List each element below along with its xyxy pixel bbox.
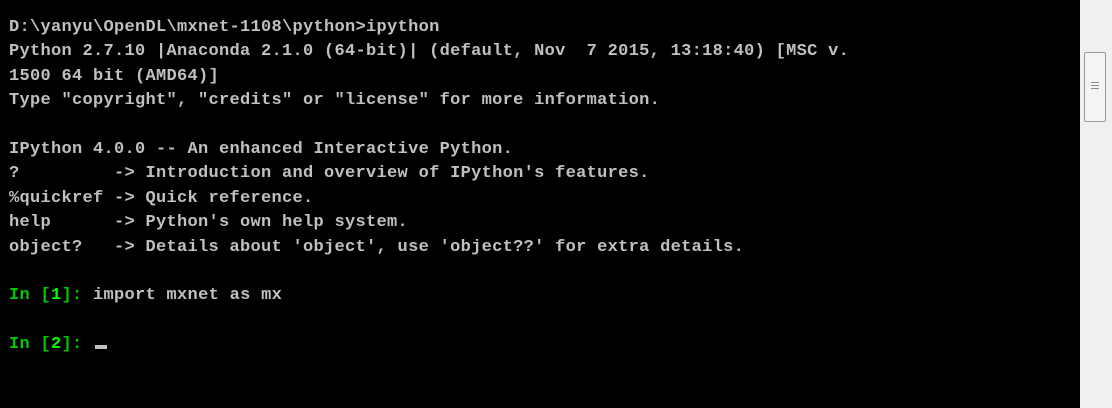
prompt-label: In [ bbox=[9, 286, 52, 306]
console-line: %quickref -> Quick reference. bbox=[9, 188, 314, 208]
grip-icon bbox=[1091, 82, 1099, 91]
input-line-2[interactable]: In [2]: bbox=[9, 333, 849, 357]
prompt-number: 1 bbox=[51, 286, 62, 306]
input-line-1: In [1]: import mxnet as mx bbox=[9, 284, 849, 308]
console-line: object? -> Details about 'object', use '… bbox=[9, 237, 745, 257]
console-line: Python 2.7.10 |Anaconda 2.1.0 (64-bit)| … bbox=[9, 42, 850, 62]
prompt-number: 2 bbox=[51, 335, 62, 355]
console-line: D:\yanyu\OpenDL\mxnet-1108\python>ipytho… bbox=[9, 18, 440, 37]
prompt-close: ]: bbox=[61, 335, 94, 355]
scrollbar-thumb[interactable] bbox=[1084, 52, 1106, 122]
input-prompt-2: In [2]: bbox=[9, 335, 93, 354]
input-command-1: import mxnet as mx bbox=[93, 286, 283, 306]
console-line: IPython 4.0.0 -- An enhanced Interactive… bbox=[9, 139, 514, 159]
console-line: 1500 64 bit (AMD64)] bbox=[9, 66, 220, 86]
console-line: help -> Python's own help system. bbox=[9, 213, 409, 233]
prompt-close: ]: bbox=[61, 286, 94, 306]
console-line: ? -> Introduction and overview of IPytho… bbox=[9, 164, 650, 184]
vertical-scrollbar[interactable] bbox=[1080, 0, 1112, 408]
console-output: D:\yanyu\OpenDL\mxnet-1108\python>ipytho… bbox=[9, 16, 849, 357]
console-window[interactable]: D:\yanyu\OpenDL\mxnet-1108\python>ipytho… bbox=[0, 0, 1080, 408]
text-cursor bbox=[95, 345, 108, 350]
input-prompt-1: In [1]: bbox=[9, 286, 93, 305]
prompt-label: In [ bbox=[9, 335, 52, 355]
console-line: Type "copyright", "credits" or "license"… bbox=[9, 91, 661, 111]
